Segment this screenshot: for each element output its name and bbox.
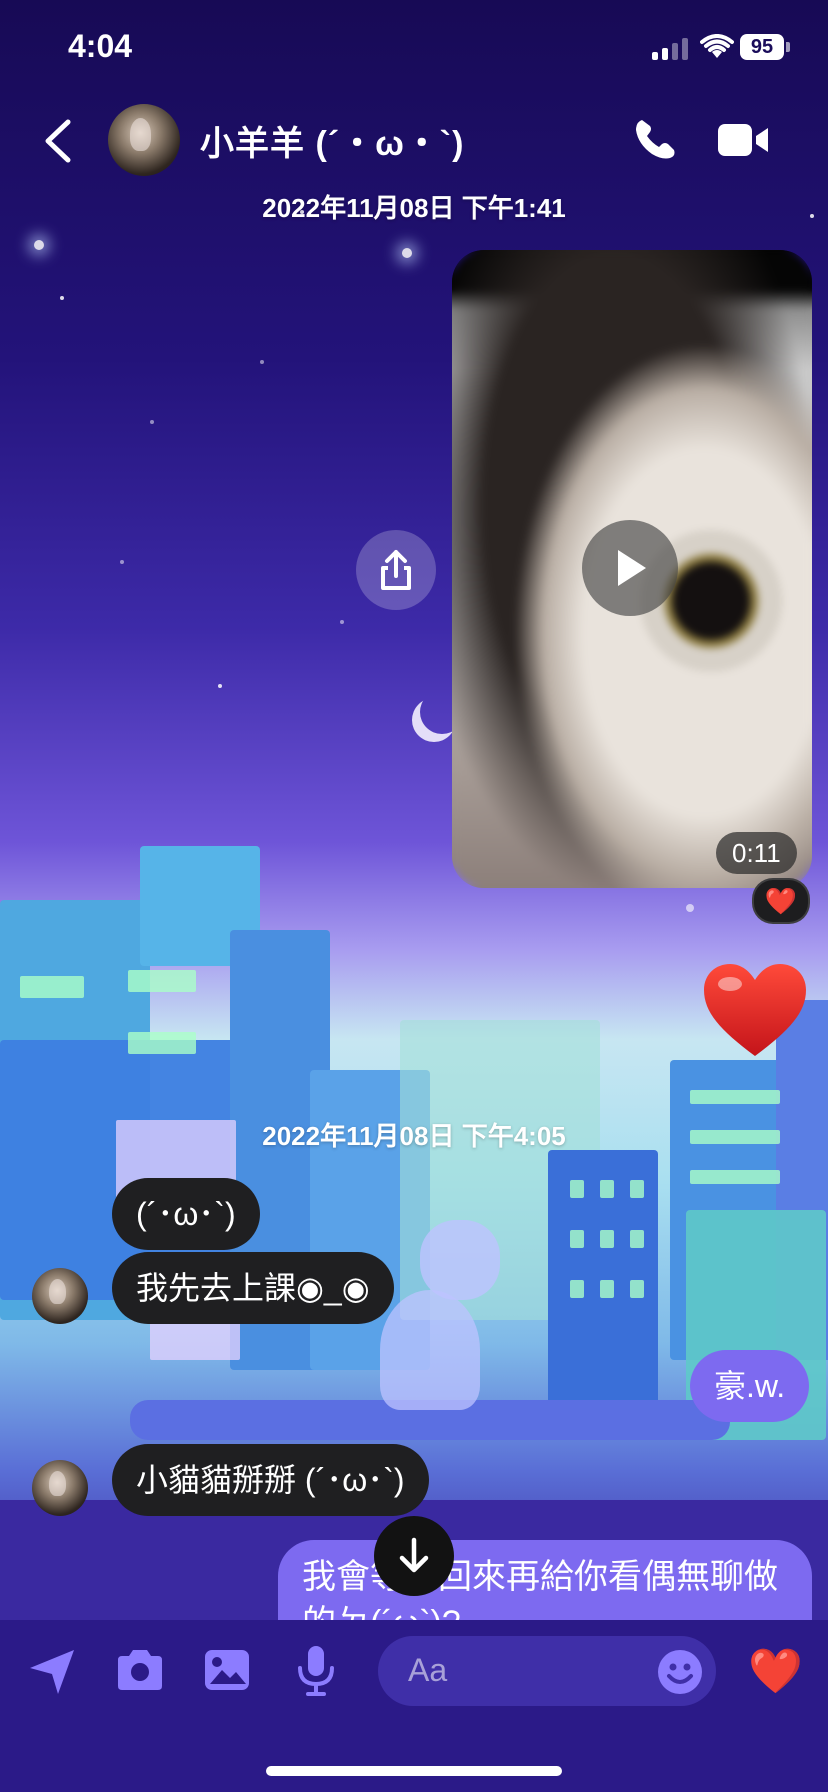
emoji-icon[interactable] [656,1648,704,1696]
battery-indicator: 95 [740,34,790,60]
play-button[interactable] [582,520,678,616]
contact-avatar[interactable] [32,1460,88,1516]
play-icon [618,550,646,586]
big-heart-icon [704,964,806,1056]
share-icon [381,550,411,590]
message-bubble-outgoing[interactable]: 我會等你回來再給你看偶無聊做的ㄉ(´ω`)? [278,1540,812,1620]
scroll-to-bottom-button[interactable] [374,1516,454,1596]
contact-avatar[interactable] [32,1268,88,1324]
arrow-down-icon [399,1537,429,1573]
phone-icon[interactable] [632,116,678,162]
share-button[interactable] [356,530,436,610]
video-duration: 0:11 [716,832,797,874]
reaction-badge[interactable]: ❤️ [752,878,810,924]
timestamp: 2022年11月08日 下午4:05 [262,1121,566,1151]
timestamp: 2022年11月08日 下午1:41 [262,193,566,223]
status-time: 4:04 [68,28,133,64]
camera-icon[interactable] [114,1646,166,1694]
wifi-icon [700,34,734,58]
like-heart-button[interactable]: ❤️ [748,1648,803,1696]
location-arrow-icon[interactable] [26,1644,80,1698]
heart-reaction: ❤️ [764,886,798,916]
message-clip: 我會等你回來再給你看偶無聊做的ㄉ(´ω`)? [278,1540,812,1620]
cellular-signal-icon [652,38,688,60]
home-indicator[interactable] [266,1766,562,1776]
microphone-icon[interactable] [296,1644,336,1698]
contact-name[interactable]: 小羊羊 (´・ω・`) [200,116,464,165]
video-camera-icon[interactable] [716,120,772,160]
message-input-placeholder: Aa [408,1652,448,1688]
contact-avatar[interactable] [108,104,180,176]
message-bubble-incoming[interactable]: 小貓貓掰掰 (´･ω･`) [112,1444,429,1516]
message-bubble-outgoing[interactable]: 豪.w. [690,1350,810,1422]
message-bubble-incoming[interactable]: (´･ω･`) [112,1178,260,1250]
photo-icon[interactable] [202,1646,252,1694]
message-bubble-incoming[interactable]: 我先去上課◉_◉ [112,1252,394,1324]
back-chevron-icon[interactable] [40,116,76,166]
video-message[interactable]: 0:11 [452,250,812,888]
